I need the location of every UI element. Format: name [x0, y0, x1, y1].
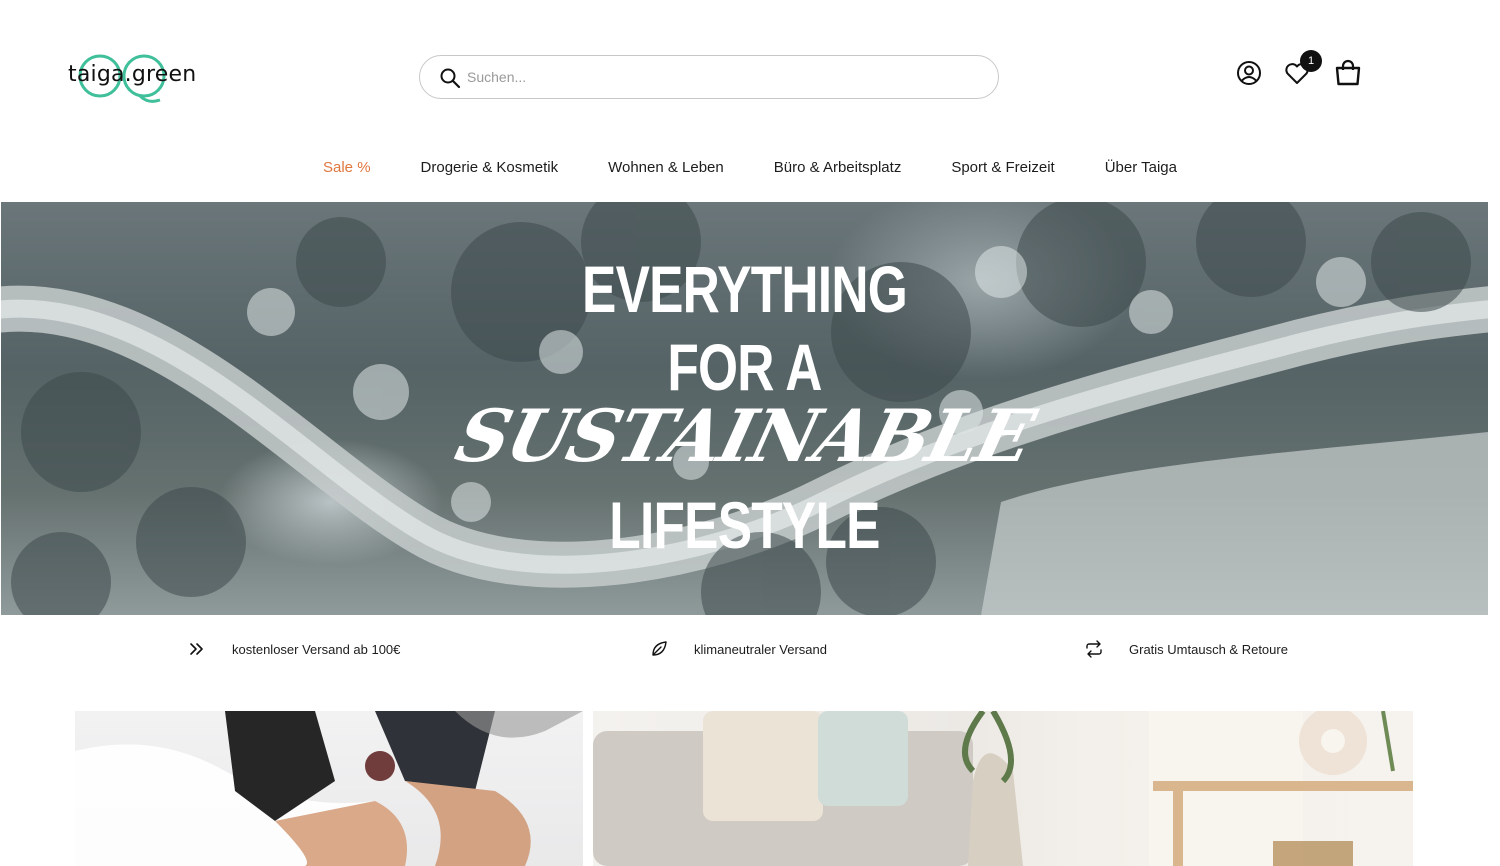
wishlist-count-badge: 1 — [1300, 50, 1322, 72]
category-tile-wohnen[interactable] — [593, 711, 1413, 866]
usp-free-returns-text: Gratis Umtausch & Retoure — [1129, 641, 1288, 657]
logo-text: taiga.green — [68, 62, 197, 87]
double-chevron-right-icon — [190, 643, 203, 655]
shopping-bag-icon — [1335, 59, 1361, 86]
nav-item-drogerie-kosmetik[interactable]: Drogerie & Kosmetik — [421, 152, 559, 184]
hero-headline: EVERYTHING FOR A SUSTAINABLE LIFESTYLE — [1, 202, 1488, 615]
hero-line-3: SUSTAINABLE — [448, 393, 1042, 478]
cart-button[interactable] — [1333, 58, 1363, 88]
usp-free-returns: Gratis Umtausch & Retoure — [1085, 634, 1288, 664]
nav-item-wohnen-leben[interactable]: Wohnen & Leben — [608, 152, 724, 184]
hero-line-2: FOR A — [667, 330, 822, 404]
hero-banner[interactable]: EVERYTHING FOR A SUSTAINABLE LIFESTYLE — [1, 202, 1488, 615]
account-button[interactable] — [1234, 58, 1264, 88]
search-input[interactable] — [467, 64, 967, 90]
nav-item-buero-arbeitsplatz[interactable]: Büro & Arbeitsplatz — [774, 152, 902, 184]
search-icon[interactable] — [439, 67, 461, 89]
search-bar — [419, 55, 999, 99]
usp-climate-neutral: klimaneutraler Versand — [650, 634, 827, 664]
tile-image-living-room — [593, 711, 1413, 866]
nav-item-ueber-taiga[interactable]: Über Taiga — [1105, 152, 1177, 184]
nav-item-sale[interactable]: Sale % — [323, 152, 371, 184]
main-navigation: Sale % Drogerie & Kosmetik Wohnen & Lebe… — [0, 152, 1500, 184]
user-account-icon — [1237, 61, 1261, 85]
brand-logo[interactable]: taiga.green — [66, 50, 196, 104]
usp-free-shipping: kostenloser Versand ab 100€ — [188, 634, 400, 664]
hero-line-1: EVERYTHING — [582, 252, 908, 326]
category-tile-drogerie[interactable] — [75, 711, 583, 866]
leaf-icon — [652, 641, 667, 656]
usp-free-shipping-text: kostenloser Versand ab 100€ — [232, 641, 401, 657]
site-header: taiga.green 1 Sale % Drogerie & Kosmetik… — [0, 0, 1500, 202]
hero-line-4: LIFESTYLE — [609, 488, 880, 562]
exchange-arrows-icon — [1086, 640, 1102, 658]
nav-item-sport-freizeit[interactable]: Sport & Freizeit — [951, 152, 1054, 184]
tile-image-bedroom — [75, 711, 583, 866]
usp-climate-neutral-text: klimaneutraler Versand — [694, 641, 827, 657]
